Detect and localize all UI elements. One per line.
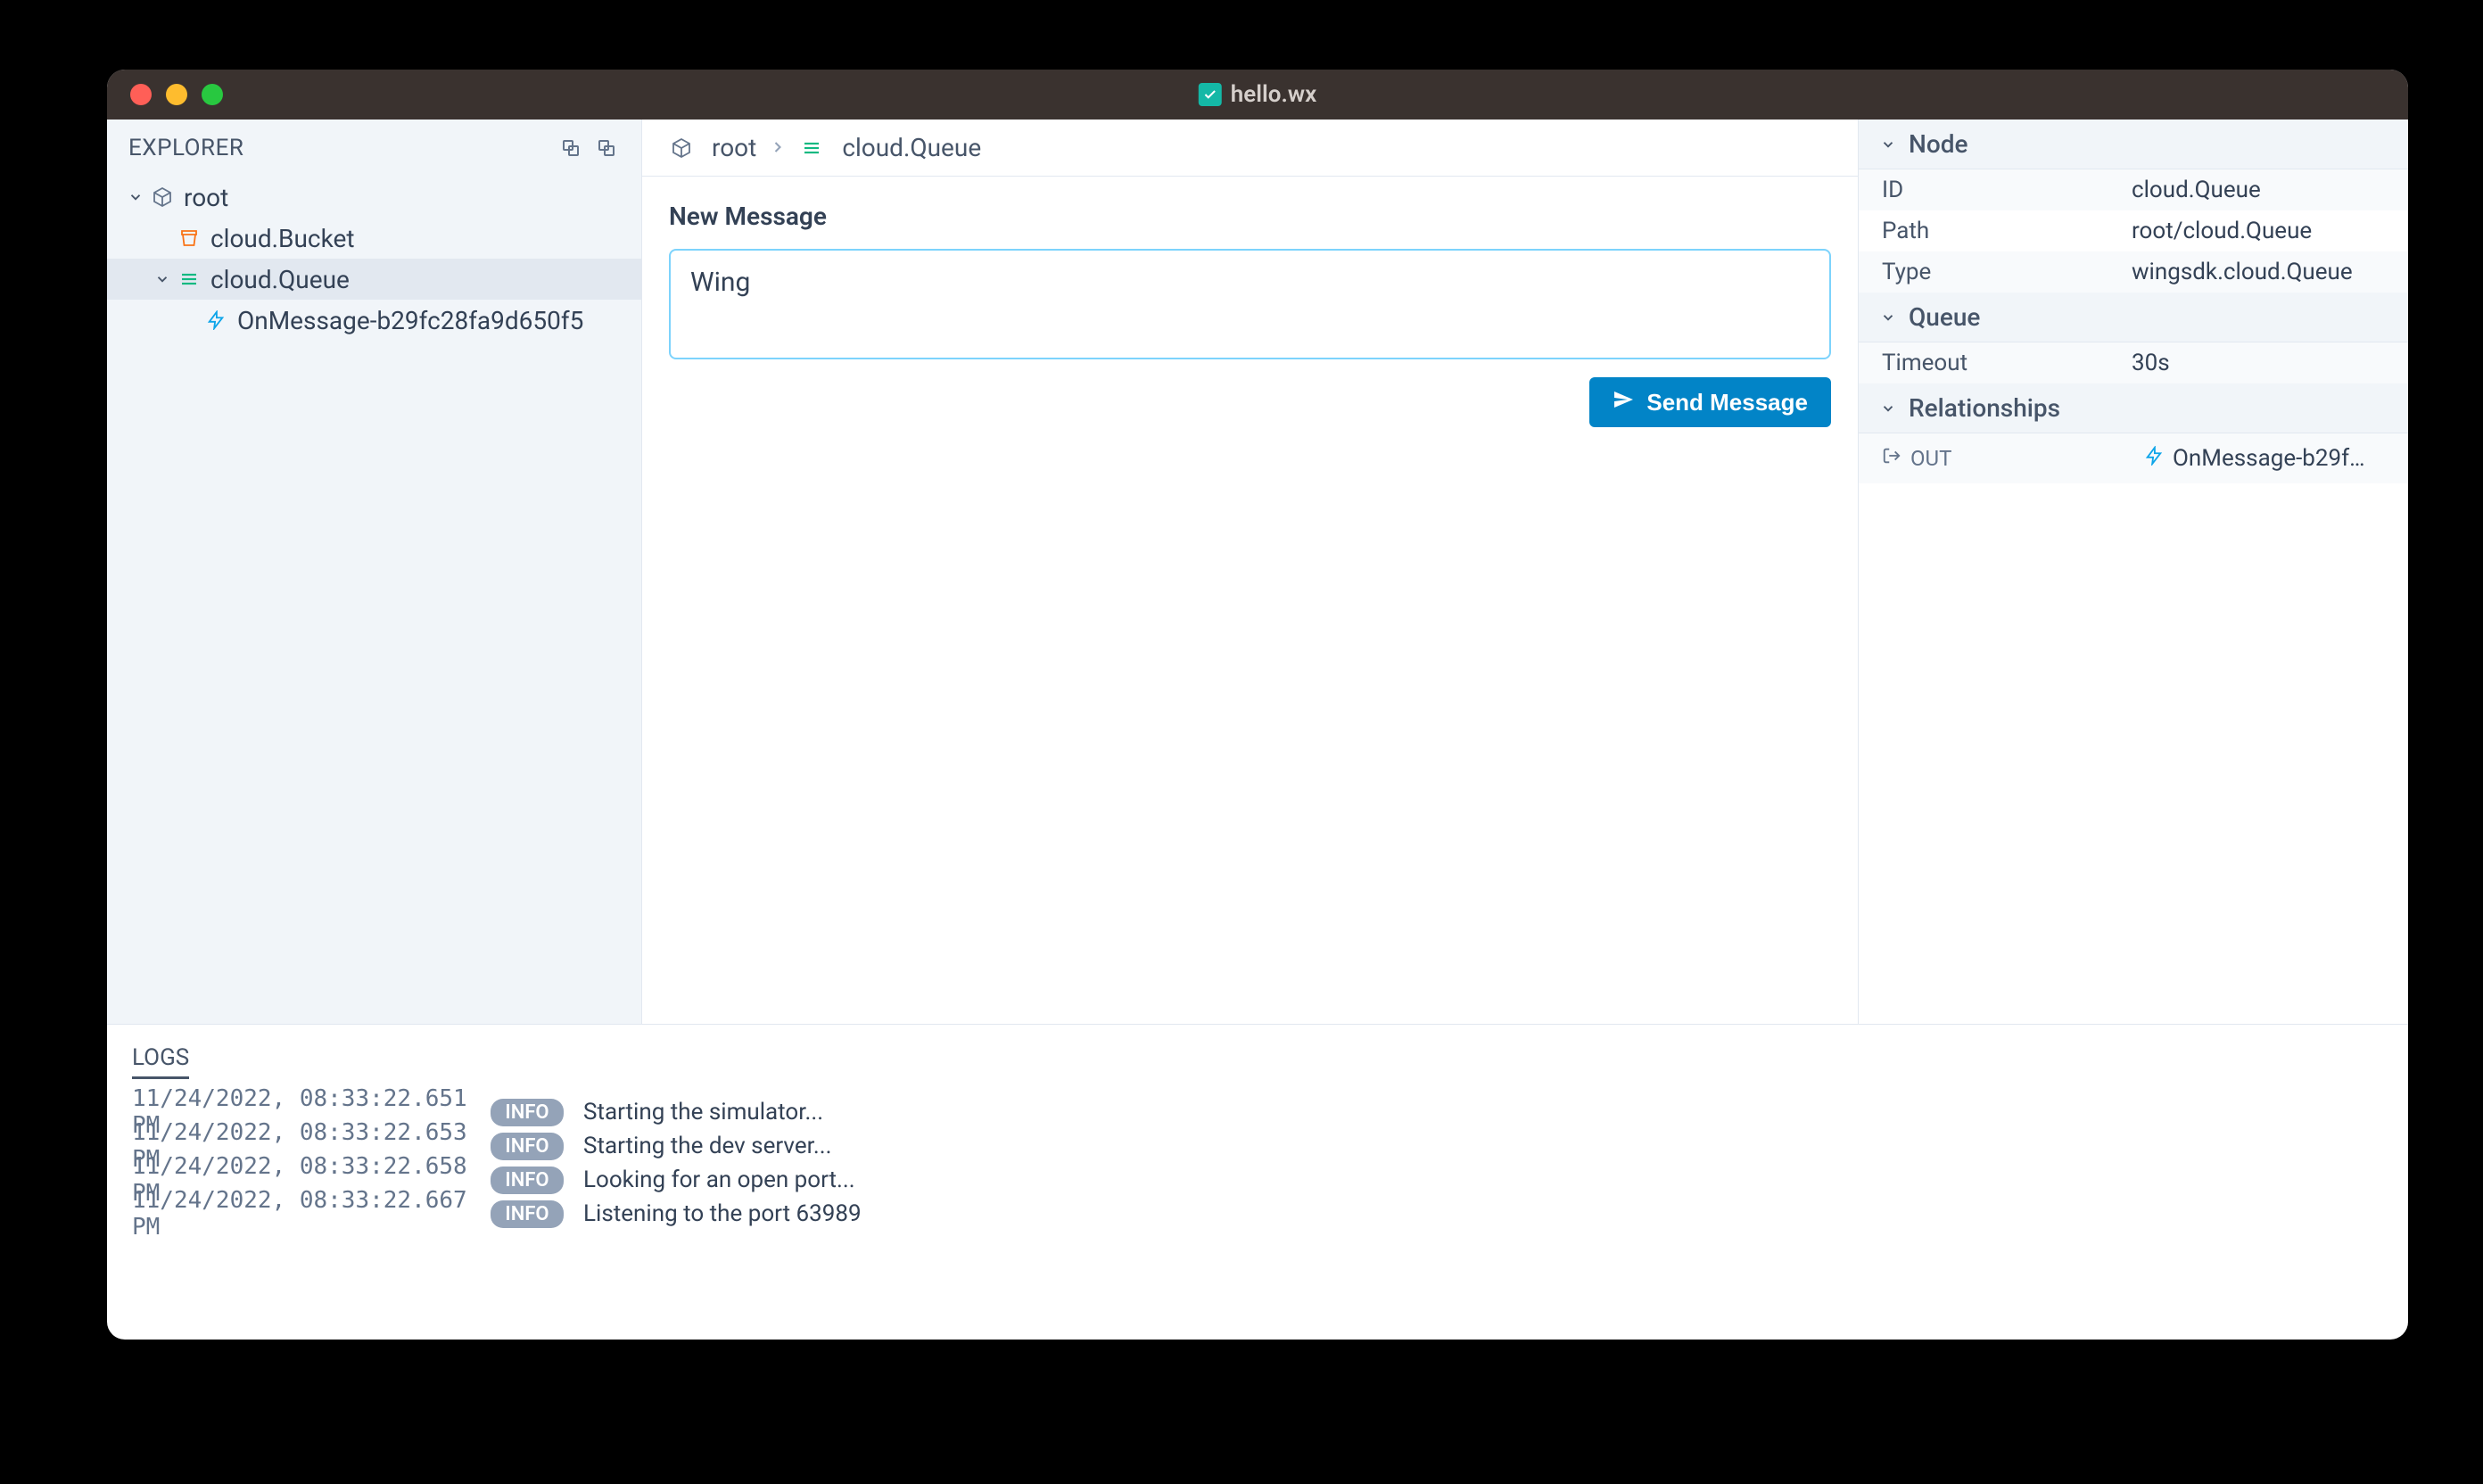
relationship-direction: OUT — [1882, 446, 2132, 471]
tree-node-label: OnMessage-b29fc28fa9d650f5 — [237, 306, 583, 335]
chevron-down-icon — [152, 268, 173, 290]
cube-icon — [669, 136, 694, 161]
inspector-key: Path — [1882, 218, 2132, 244]
inspector-section-relationships[interactable]: Relationships — [1859, 383, 2408, 433]
logs-tab[interactable]: LOGS — [132, 1044, 189, 1079]
tree-node-onmessage[interactable]: OnMessage-b29fc28fa9d650f5 — [107, 300, 641, 341]
log-level-badge: INFO — [491, 1099, 564, 1126]
minimize-button[interactable] — [166, 84, 187, 105]
chevron-down-icon — [125, 186, 146, 208]
inspector-section-node[interactable]: Node — [1859, 120, 2408, 169]
chevron-right-icon — [769, 133, 787, 162]
tree-node-queue[interactable]: cloud.Queue — [107, 259, 641, 300]
relationship-target: OnMessage-b29f… — [2144, 445, 2365, 472]
inspector-key: Timeout — [1882, 350, 2132, 376]
logs-list: 11/24/2022, 08:33:22.651 PM INFO Startin… — [132, 1095, 2383, 1231]
explorer-header: EXPLORER — [107, 120, 641, 177]
relationship-out-row[interactable]: OUT OnMessage-b29f… — [1859, 433, 2408, 483]
out-icon — [1882, 446, 1901, 471]
lightning-icon — [2144, 445, 2164, 472]
inspector-key: ID — [1882, 177, 2132, 203]
explorer-actions — [557, 135, 620, 161]
tree-node-label: cloud.Bucket — [210, 224, 355, 253]
traffic-lights — [107, 84, 223, 105]
app-body: EXPLORER — [107, 120, 2408, 1340]
window-title-text: hello.wx — [1231, 81, 1316, 108]
explorer-tree: root cloud.Bucket — [107, 177, 641, 1024]
chevron-down-icon — [1880, 302, 1896, 332]
send-icon — [1613, 389, 1634, 416]
upper-pane: EXPLORER — [107, 120, 2408, 1024]
new-message-title: New Message — [669, 202, 1831, 231]
tree-node-bucket[interactable]: cloud.Bucket — [107, 218, 641, 259]
cube-icon — [150, 185, 175, 210]
log-entry: 11/24/2022, 08:33:22.667 PM INFO Listeni… — [132, 1197, 2383, 1231]
center-content: New Message Send Message — [642, 177, 1858, 452]
inspector-value: wingsdk.cloud.Queue — [2132, 259, 2353, 285]
main-pane: root cloud.Queue New Mes — [642, 120, 2408, 1024]
collapse-all-icon[interactable] — [593, 135, 620, 161]
expand-all-icon[interactable] — [557, 135, 584, 161]
breadcrumb-label: cloud.Queue — [842, 133, 981, 162]
send-button-label: Send Message — [1646, 389, 1808, 416]
breadcrumb-label: root — [712, 133, 756, 162]
center-pane: root cloud.Queue New Mes — [642, 120, 1859, 1024]
inspector-row-id: ID cloud.Queue — [1859, 169, 2408, 210]
maximize-button[interactable] — [202, 84, 223, 105]
inspector-pane: Node ID cloud.Queue Path root/cloud.Queu… — [1859, 120, 2408, 1024]
window-title: hello.wx — [1199, 81, 1316, 108]
log-message: Looking for an open port... — [583, 1167, 855, 1193]
log-level-badge: INFO — [491, 1133, 564, 1160]
inspector-section-queue[interactable]: Queue — [1859, 293, 2408, 342]
inspector-value: cloud.Queue — [2132, 177, 2261, 203]
tree-node-label: cloud.Queue — [210, 265, 350, 294]
inspector-row-type: Type wingsdk.cloud.Queue — [1859, 251, 2408, 293]
close-button[interactable] — [130, 84, 152, 105]
tree-node-root[interactable]: root — [107, 177, 641, 218]
queue-icon — [799, 136, 824, 161]
breadcrumbs: root cloud.Queue — [642, 120, 1858, 177]
log-message: Starting the dev server... — [583, 1133, 831, 1159]
queue-icon — [177, 267, 202, 292]
send-message-button[interactable]: Send Message — [1589, 377, 1831, 427]
log-timestamp: 11/24/2022, 08:33:22.667 PM — [132, 1187, 471, 1241]
inspector-key: Type — [1882, 259, 2132, 285]
relationship-out-label: OUT — [1910, 446, 1951, 471]
log-level-badge: INFO — [491, 1167, 564, 1194]
breadcrumb-root[interactable]: root — [669, 133, 756, 162]
bucket-icon — [177, 226, 202, 251]
section-title: Queue — [1909, 302, 1980, 332]
explorer-sidebar: EXPLORER — [107, 120, 642, 1024]
section-title: Relationships — [1909, 393, 2060, 423]
inspector-row-path: Path root/cloud.Queue — [1859, 210, 2408, 251]
inspector-row-timeout: Timeout 30s — [1859, 342, 2408, 383]
relationship-target-label: OnMessage-b29f… — [2173, 445, 2365, 472]
lightning-icon — [203, 308, 228, 333]
tree-node-label: root — [184, 183, 228, 212]
log-message: Listening to the port 63989 — [583, 1200, 862, 1227]
section-title: Node — [1909, 129, 1968, 159]
chevron-down-icon — [1880, 393, 1896, 423]
app-icon — [1199, 83, 1222, 106]
inspector-value: 30s — [2132, 350, 2170, 376]
breadcrumb-current[interactable]: cloud.Queue — [799, 133, 981, 162]
message-input[interactable] — [669, 249, 1831, 359]
app-window: hello.wx EXPLORER — [107, 70, 2408, 1340]
log-message: Starting the simulator... — [583, 1099, 823, 1125]
inspector-value: root/cloud.Queue — [2132, 218, 2312, 244]
explorer-title: EXPLORER — [128, 135, 243, 161]
titlebar: hello.wx — [107, 70, 2408, 120]
send-row: Send Message — [669, 377, 1831, 427]
logs-panel: LOGS 11/24/2022, 08:33:22.651 PM INFO St… — [107, 1024, 2408, 1340]
log-level-badge: INFO — [491, 1200, 564, 1228]
chevron-down-icon — [1880, 129, 1896, 159]
